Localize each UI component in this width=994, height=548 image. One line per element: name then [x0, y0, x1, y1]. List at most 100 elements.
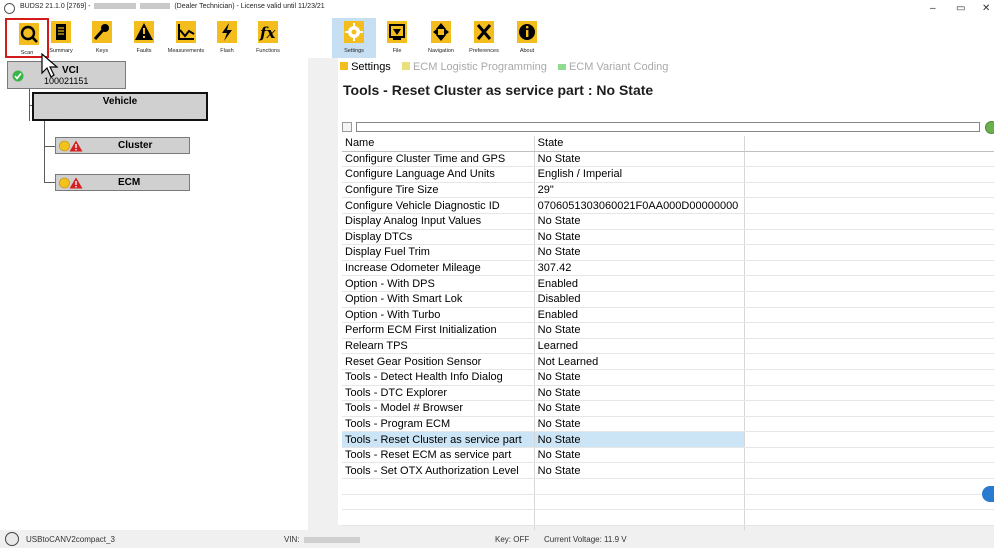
cell-state: No State — [534, 151, 745, 168]
table-row[interactable]: Tools - Reset ECM as service part No Stat… — [342, 447, 994, 464]
status-bar: USBtoCANV2compact_3 VIN: Key: OFF Curren… — [0, 530, 994, 548]
toolbar-measurements-button[interactable]: Measurements — [164, 18, 208, 58]
scan-icon — [19, 23, 39, 45]
column-header-name[interactable]: Name — [342, 136, 535, 152]
cell-state: No State — [534, 431, 745, 448]
voltage-status: Current Voltage: 11.9 V — [544, 535, 627, 544]
cell-state: No State — [534, 462, 745, 480]
cell-state: No State — [534, 400, 745, 417]
cell-name: Option - With Smart Lok — [342, 291, 535, 308]
window-title-role: (Dealer Technician) — [174, 3, 235, 10]
window-title: BUDS2 21.1.0 [2769] - (Dealer Technician… — [20, 3, 325, 10]
cell-name: Configure Language And Units — [342, 166, 535, 183]
breadcrumb-settings[interactable]: Settings — [340, 61, 398, 73]
table-row[interactable]: Tools - Program ECM No State — [342, 416, 994, 433]
breadcrumb-ecm-variant-coding[interactable]: ECM Variant Coding — [557, 61, 673, 73]
cell-name: Display DTCs — [342, 229, 535, 246]
cell-state: 0706051303060021F0AA000D00000000 — [534, 197, 745, 214]
table-row[interactable]: Reset Gear Position Sensor Not Learned — [342, 353, 994, 370]
main-toolbar: Scan Summary Keys Faults Measurements Fl… — [0, 18, 994, 58]
toolbar-settings-button[interactable]: Settings — [332, 18, 376, 58]
toolbar-label: About — [519, 48, 535, 54]
settings-grid: Name State Configure Cluster Time and GP… — [342, 136, 994, 542]
table-row[interactable]: Configure Language And Units English / Im… — [342, 166, 994, 183]
usb-adapter-icon — [5, 532, 19, 546]
app-icon — [4, 3, 15, 14]
window-title-license: - License valid until 11/23/21 — [236, 3, 325, 10]
table-row[interactable]: Perform ECM First Initialization No State — [342, 322, 994, 339]
tree-node-ecm[interactable]: ECM — [55, 174, 190, 191]
table-row[interactable]: Display Analog Input Values No State — [342, 213, 994, 230]
toolbar-about-button[interactable]: About — [505, 18, 549, 58]
cell-name: Display Analog Input Values — [342, 213, 535, 230]
toolbar-navigation-button[interactable]: Navigation — [419, 18, 463, 58]
mouse-cursor-icon — [41, 53, 59, 78]
toolbar-summary-button[interactable]: Summary — [39, 18, 83, 58]
tree-connector — [44, 182, 55, 183]
cell-name: Tools - Reset Cluster as service part — [342, 431, 535, 448]
title-bar: BUDS2 21.1.0 [2769] - (Dealer Technician… — [0, 0, 994, 18]
table-row[interactable]: Configure Tire Size 29" — [342, 182, 994, 199]
toolbar-label: Measurements — [167, 48, 205, 54]
breadcrumb-label: Settings — [351, 61, 391, 73]
cell-name: Tools - Detect Health Info Dialog — [342, 369, 535, 386]
key-status: Key: OFF — [495, 535, 530, 544]
table-row[interactable]: Tools - Model # Browser No State — [342, 400, 994, 417]
svg-text:fx: fx — [259, 24, 276, 42]
breadcrumb-ecm-logistic-programming[interactable]: ECM Logistic Programming — [401, 61, 554, 73]
table-row[interactable]: Option - With Smart Lok Disabled — [342, 291, 994, 308]
filter-input[interactable] — [356, 122, 980, 132]
cell-state: Enabled — [534, 275, 745, 292]
vci-label: VCI — [62, 65, 79, 76]
help-bubble-icon[interactable] — [982, 486, 994, 502]
table-row[interactable]: Increase Odometer Mileage 307.42 — [342, 260, 994, 277]
cell-name: Configure Tire Size — [342, 182, 535, 199]
tree-connector — [44, 146, 55, 147]
cell-state: No State — [534, 385, 745, 402]
page-title: Tools - Reset Cluster as service part : … — [343, 82, 654, 98]
redacted-user-name — [94, 3, 137, 10]
table-row[interactable]: Tools - DTC Explorer No State — [342, 385, 994, 402]
cell-name: Relearn TPS — [342, 338, 535, 355]
table-row[interactable]: Display Fuel Trim No State — [342, 244, 994, 261]
table-row[interactable]: Relearn TPS Learned — [342, 338, 994, 355]
table-row[interactable]: Tools - Detect Health Info Dialog No Stat… — [342, 369, 994, 386]
tree-node-vehicle[interactable]: Vehicle — [32, 92, 208, 121]
toolbar-keys-button[interactable]: Keys — [80, 18, 124, 58]
table-row[interactable]: Option - With Turbo Enabled — [342, 307, 994, 324]
filter-apply-icon[interactable] — [985, 121, 994, 134]
toolbar-label: Keys — [95, 48, 109, 54]
toolbar-functions-button[interactable]: fx Functions — [246, 18, 290, 58]
toolbar-flash-button[interactable]: Flash — [205, 18, 249, 58]
tree-node-cluster[interactable]: Cluster — [55, 137, 190, 154]
cell-name: Display Fuel Trim — [342, 244, 535, 261]
cell-name: Tools - DTC Explorer — [342, 385, 535, 402]
column-header-state[interactable]: State — [534, 136, 745, 152]
filter-row — [342, 121, 994, 134]
toolbar-preferences-button[interactable]: Preferences — [462, 18, 506, 58]
minimize-button[interactable]: – — [930, 3, 936, 14]
table-row[interactable]: Option - With DPS Enabled — [342, 275, 994, 292]
key-icon — [92, 21, 112, 43]
tree-node-vci[interactable]: VCI 100021151 — [7, 61, 126, 89]
filter-search-icon[interactable] — [342, 122, 352, 132]
table-row-selected[interactable]: Tools - Reset Cluster as service part No … — [342, 431, 994, 448]
table-row[interactable]: Configure Cluster Time and GPS No State — [342, 151, 994, 168]
toolbar-faults-button[interactable]: Faults — [122, 18, 166, 58]
toolbar-label: Preferences — [469, 48, 499, 54]
table-row[interactable]: Display DTCs No State — [342, 229, 994, 246]
toolbar-file-button[interactable]: File — [375, 18, 419, 58]
cell-name: Option - With DPS — [342, 275, 535, 292]
column-header-empty — [744, 136, 994, 152]
gear-icon — [344, 21, 364, 43]
toolbar-label: Faults — [136, 48, 152, 54]
maximize-button[interactable]: ▭ — [956, 3, 965, 14]
table-row[interactable]: Tools - Set OTX Authorization Level No St… — [342, 462, 994, 480]
table-row-empty — [342, 478, 994, 495]
table-row[interactable]: Configure Vehicle Diagnostic ID 070605130… — [342, 197, 994, 214]
chart-icon — [176, 21, 196, 43]
vin-field: VIN: — [284, 535, 360, 544]
close-button[interactable]: ✕ — [982, 3, 990, 14]
cell-state: No State — [534, 416, 745, 433]
status-caution-warning-icon — [59, 177, 83, 189]
